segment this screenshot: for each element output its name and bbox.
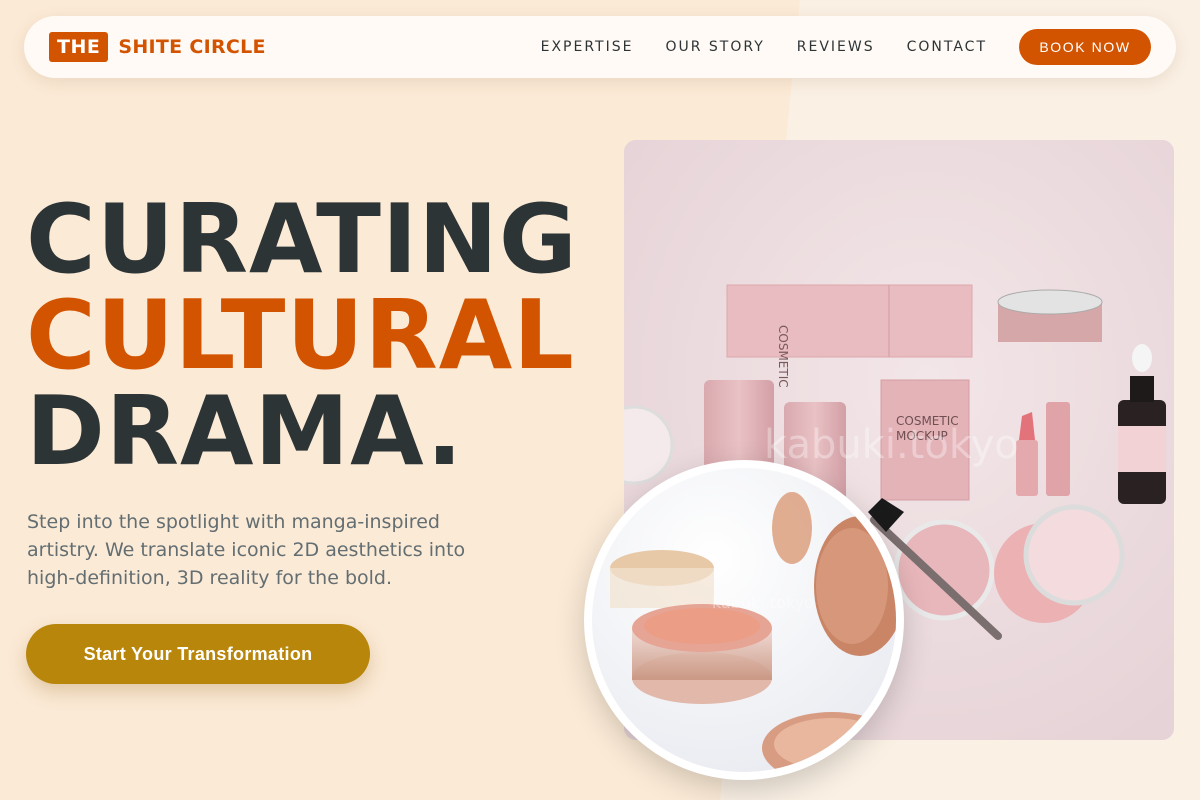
- nav-link-our-story[interactable]: OUR STORY: [665, 39, 764, 55]
- powder-jar-image: kabuki.tokyo: [584, 460, 904, 780]
- nav-links: EXPERTISE OUR STORY REVIEWS CONTACT BOOK…: [541, 29, 1151, 65]
- logo-mark: THE: [49, 32, 109, 62]
- logo-text: SHITE CIRCLE: [118, 36, 266, 58]
- hero-title-line-2: CULTURAL: [26, 281, 575, 391]
- book-now-button[interactable]: BOOK NOW: [1019, 29, 1151, 65]
- nav-link-contact[interactable]: CONTACT: [907, 39, 987, 55]
- hero-title-line-3: DRAMA.: [26, 377, 464, 487]
- svg-text:COSMETIC: COSMETIC: [776, 325, 790, 388]
- nav-link-expertise[interactable]: EXPERTISE: [541, 39, 634, 55]
- hero-title-line-1: CURATING: [26, 185, 578, 295]
- start-transformation-button[interactable]: Start Your Transformation: [26, 624, 370, 684]
- main-image-watermark: kabuki.tokyo: [764, 422, 1019, 468]
- hero-title: CURATING CULTURAL DRAMA.: [26, 192, 578, 480]
- hero-subtitle: Step into the spotlight with manga-inspi…: [27, 511, 466, 589]
- nav-link-reviews[interactable]: REVIEWS: [797, 39, 875, 55]
- circle-image-watermark: kabuki.tokyo: [712, 593, 814, 612]
- logo[interactable]: THE SHITE CIRCLE: [49, 32, 266, 62]
- top-navbar: THE SHITE CIRCLE EXPERTISE OUR STORY REV…: [24, 16, 1176, 78]
